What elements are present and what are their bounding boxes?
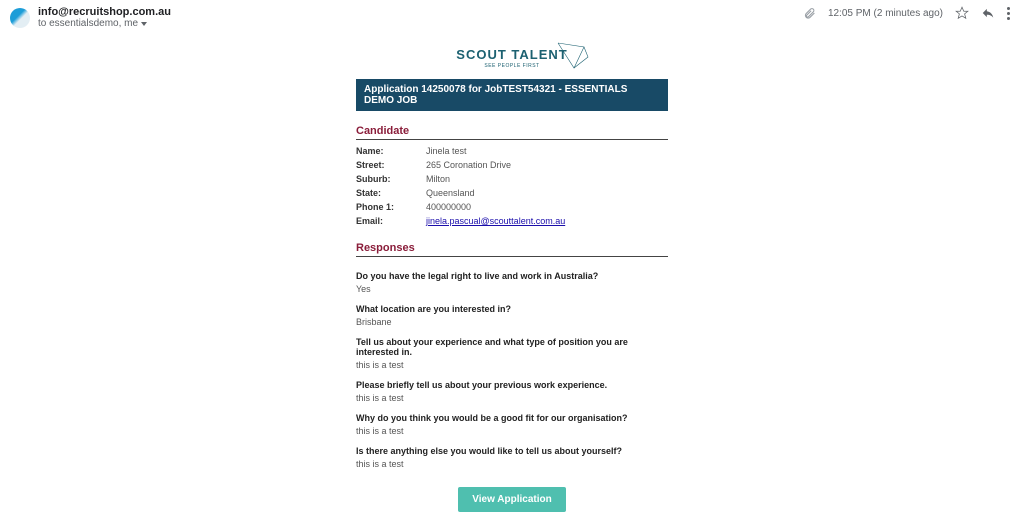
candidate-value: Queensland	[426, 188, 475, 198]
star-icon[interactable]	[955, 6, 969, 20]
application-banner: Application 14250078 for JobTEST54321 - …	[356, 79, 668, 111]
candidate-value: Milton	[426, 174, 450, 184]
candidate-label: Name:	[356, 146, 426, 156]
response-answer: this is a test	[356, 456, 668, 469]
candidate-label: State:	[356, 188, 426, 198]
reply-icon[interactable]	[981, 6, 995, 20]
header-meta: 12:05 PM (2 minutes ago)	[803, 6, 1010, 20]
logo-subtext: SEE PEOPLE FIRST	[356, 63, 668, 69]
logo-area: SCOUT TALENT SEE PEOPLE FIRST	[356, 33, 668, 79]
response-question: Tell us about your experience and what t…	[356, 327, 668, 357]
timestamp: 12:05 PM (2 minutes ago)	[828, 8, 943, 19]
response-question: Please briefly tell us about your previo…	[356, 370, 668, 390]
response-question: Do you have the legal right to live and …	[356, 261, 668, 281]
response-question: Why do you think you would be a good fit…	[356, 403, 668, 423]
candidate-row: State:Queensland	[356, 186, 668, 200]
candidate-email-link[interactable]: jinela.pascual@scouttalent.com.au	[426, 216, 565, 226]
sender-from: info@recruitshop.com.au	[38, 6, 171, 18]
sender-block: info@recruitshop.com.au to essentialsdem…	[38, 6, 171, 29]
responses-section-title: Responses	[356, 228, 668, 257]
response-answer: Yes	[356, 281, 668, 294]
logo-text: SCOUT TALENT	[456, 47, 567, 62]
more-icon[interactable]	[1007, 7, 1010, 20]
view-application-button[interactable]: View Application	[458, 487, 565, 512]
email-header: info@recruitshop.com.au to essentialsdem…	[0, 0, 1024, 33]
candidate-row: Phone 1:400000000	[356, 200, 668, 214]
response-question: What location are you interested in?	[356, 294, 668, 314]
candidate-label: Email:	[356, 216, 426, 226]
chevron-down-icon	[141, 22, 147, 26]
candidate-value: jinela.pascual@scouttalent.com.au	[426, 216, 565, 226]
candidate-label: Phone 1:	[356, 202, 426, 212]
candidate-row: Suburb:Milton	[356, 172, 668, 186]
response-question: Is there anything else you would like to…	[356, 436, 668, 456]
logo-graphic-icon	[556, 41, 590, 71]
candidate-details: Name:Jinela testStreet:265 Coronation Dr…	[356, 144, 668, 228]
candidate-row: Email:jinela.pascual@scouttalent.com.au	[356, 214, 668, 228]
sender-avatar	[10, 8, 30, 28]
response-answer: this is a test	[356, 357, 668, 370]
candidate-value: 265 Coronation Drive	[426, 160, 511, 170]
candidate-section-title: Candidate	[356, 111, 668, 140]
candidate-row: Name:Jinela test	[356, 144, 668, 158]
email-body: SCOUT TALENT SEE PEOPLE FIRST Applicatio…	[0, 33, 1024, 512]
attachment-icon[interactable]	[803, 7, 816, 20]
response-answer: this is a test	[356, 423, 668, 436]
candidate-value: 400000000	[426, 202, 471, 212]
view-button-wrap: View Application	[356, 469, 668, 512]
response-answer: Brisbane	[356, 314, 668, 327]
candidate-label: Street:	[356, 160, 426, 170]
candidate-value: Jinela test	[426, 146, 467, 156]
candidate-row: Street:265 Coronation Drive	[356, 158, 668, 172]
recipients-text: to essentialsdemo, me	[38, 18, 138, 29]
sender-to[interactable]: to essentialsdemo, me	[38, 18, 171, 29]
response-answer: this is a test	[356, 390, 668, 403]
responses-list: Do you have the legal right to live and …	[356, 261, 668, 469]
mail-content: SCOUT TALENT SEE PEOPLE FIRST Applicatio…	[356, 33, 668, 512]
candidate-label: Suburb:	[356, 174, 426, 184]
